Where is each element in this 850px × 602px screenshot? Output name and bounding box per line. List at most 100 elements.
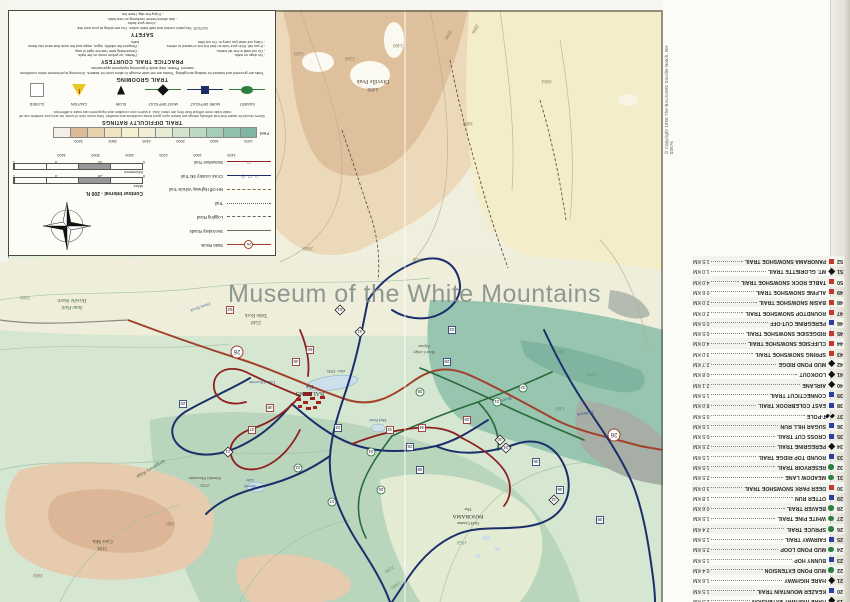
trail-number: 27 — [834, 515, 843, 521]
difficulty-symbol-icon — [826, 351, 834, 356]
svg-text:BALSAMS: BALSAMS — [296, 390, 324, 396]
trail-list-row: 42 MUD POND RIDGE 2.7 KM — [692, 359, 844, 369]
svg-text:2723: 2723 — [200, 483, 210, 488]
trail-name: T-POLE — [807, 413, 826, 419]
svg-text:Dixville Peak: Dixville Peak — [357, 78, 390, 84]
difficulty-symbol-icon — [826, 413, 834, 417]
trail-number: 19 — [834, 598, 843, 602]
svg-text:1480: 1480 — [555, 405, 566, 410]
trail-index-list: 19 HARE HIGHWAY EXTENSION 2.5 KM 20 KEAZ… — [692, 256, 844, 602]
trail-name: LOOKOUT — [799, 371, 826, 377]
difficulty-label: MORE DIFFICULT — [185, 97, 225, 105]
svg-text:32: 32 — [520, 385, 526, 390]
elevation-swatch: 3000 — [87, 127, 104, 143]
svg-text:22: 22 — [295, 465, 301, 470]
trail-number: 32 — [834, 464, 843, 470]
trail-name: KEAZER MOUNTAIN TRAIL — [757, 588, 826, 594]
dotted-leader — [711, 549, 778, 551]
svg-text:2000: 2000 — [20, 294, 31, 299]
trail-name: MEADOW LANE — [785, 474, 826, 480]
trail-list-row: 25 FAIRWAY TRAIL 1.5 KM — [692, 534, 844, 544]
trail-list-row: 30 DEER PARK SNOWSHOE TRAIL 3.0 KM — [692, 482, 844, 492]
trail-distance: 1.5 KM — [693, 536, 709, 542]
trail-number: 49 — [834, 289, 843, 295]
difficulty-symbol-icon — [826, 289, 834, 294]
dotted-leader — [711, 467, 775, 469]
trail-distance: 0.5 KM — [693, 330, 709, 336]
svg-text:20: 20 — [180, 401, 186, 406]
elevation-swatch: 1600 — [206, 127, 223, 143]
elevation-swatch: 1800 — [189, 127, 206, 143]
difficulty-symbol-icon — [826, 269, 834, 274]
trail-distance: 1.5 KM — [693, 258, 709, 264]
dotted-leader — [711, 580, 782, 582]
difficulty-entry: EASIEST — [227, 84, 267, 105]
line-sample-label: Logging Road — [197, 215, 223, 220]
trail-number: 36 — [834, 423, 843, 429]
svg-text:Golf Course: Golf Course — [457, 521, 479, 526]
dotted-leader — [711, 477, 783, 479]
svg-text:42: 42 — [551, 497, 557, 502]
trail-number: 45 — [834, 330, 843, 336]
svg-text:Mud Pond: Mud Pond — [369, 418, 388, 423]
trail-distance: 1.5 KM — [693, 464, 709, 470]
line-sample-icon: □ — [227, 158, 271, 165]
trail-name: PEREGRINE CUT-OFF — [770, 320, 826, 326]
safety-title: SAFETY — [23, 31, 261, 37]
legend-line-entry: NH-Off Highway Vehicle Trail — [149, 184, 271, 195]
trail-name: CLIFFSIDE SNOWSHOE TRAIL — [748, 340, 826, 346]
museum-watermark: Museum of the White Mountains — [228, 280, 618, 309]
trail-distance: 1.5 KM — [693, 392, 709, 398]
difficulty-entry: MORE DIFFICULT — [185, 84, 225, 105]
compass-rose-icon — [41, 200, 93, 252]
trail-list-row: 27 WHITE PINE TRAIL 1.5 KM — [692, 513, 844, 523]
elevation-swatch: 2800 — [104, 127, 121, 143]
trail-list-row: 52 PANORAMA SNOWSHOE TRAIL 1.5 KM — [692, 256, 844, 266]
trail-distance: 4.0 KM — [693, 279, 709, 285]
trail-list-row: 37 T-POLE 0.5 KM — [692, 410, 844, 420]
svg-text:3400: 3400 — [393, 42, 404, 47]
difficulty-icon — [185, 84, 225, 96]
trail-list-row: 22 MUD POND EXTENSION 0.4 KM — [692, 565, 844, 575]
svg-text:35: 35 — [533, 459, 539, 464]
trail-number: 31 — [834, 474, 843, 480]
svg-text:Abeniki Mountain: Abeniki Mountain — [188, 476, 222, 481]
trail-distance: 0.6 KM — [693, 289, 709, 295]
difficulty-label: EASIEST — [227, 97, 267, 105]
trail-number: 35 — [834, 433, 843, 439]
dotted-leader — [711, 569, 762, 571]
trail-number: 50 — [834, 279, 843, 285]
bullet-item: - Please, no yellow snow on the trails. — [19, 53, 139, 57]
difficulty-symbol-icon — [826, 300, 834, 305]
dotted-leader — [711, 508, 784, 510]
trail-list-row: 50 TABLE ROCK SNOWSHOE TRAIL 4.0 KM — [692, 277, 844, 287]
trail-number: 26 — [834, 526, 843, 532]
legend-line-entry: ○ □ ◇ Cross country Ski Trail — [149, 170, 271, 181]
svg-text:Alpine: Alpine — [418, 344, 430, 349]
trail-name: EAST COLEBROOK TRAIL — [758, 402, 826, 408]
svg-text:38: 38 — [597, 517, 603, 522]
elevation-swatch: 3200 — [70, 127, 87, 143]
trail-number: 33 — [834, 454, 843, 460]
legend-line-samples: 26 State Route Secondary Roads Logging R… — [149, 156, 271, 252]
grooming-text: Trails are groomed and tracked for skati… — [19, 66, 265, 75]
elevation-swatch: 2000 — [172, 127, 189, 143]
trail-number: 42 — [834, 361, 843, 367]
dotted-leader — [711, 497, 792, 499]
elevation-swatch: 1400 — [223, 127, 240, 143]
difficulty-entry: SLOW — [101, 84, 141, 105]
difficulty-symbol-icon — [826, 578, 834, 583]
miles-scalebar — [13, 177, 143, 184]
difficulty-symbol-icon — [826, 464, 834, 470]
trail-distance: 1.6 KM — [693, 577, 709, 583]
trail-distance: 3.0 KM — [693, 351, 709, 357]
svg-text:25: 25 — [407, 444, 413, 449]
difficulty-symbol-icon — [826, 599, 834, 602]
elevation-swatch: 3400 — [53, 127, 70, 143]
trail-name: BEAVER TRAIL — [787, 505, 826, 511]
trail-list-row: 39 CONNECTICUT TRAIL 1.5 KM — [692, 390, 844, 400]
trail-list-row: 48 BASIN SNOWSHOE TRAIL 2.0 KM — [692, 297, 844, 307]
legend-line-entry: Logging Road — [149, 211, 271, 222]
svg-text:36: 36 — [557, 487, 563, 492]
svg-text:2540: 2540 — [251, 319, 262, 324]
